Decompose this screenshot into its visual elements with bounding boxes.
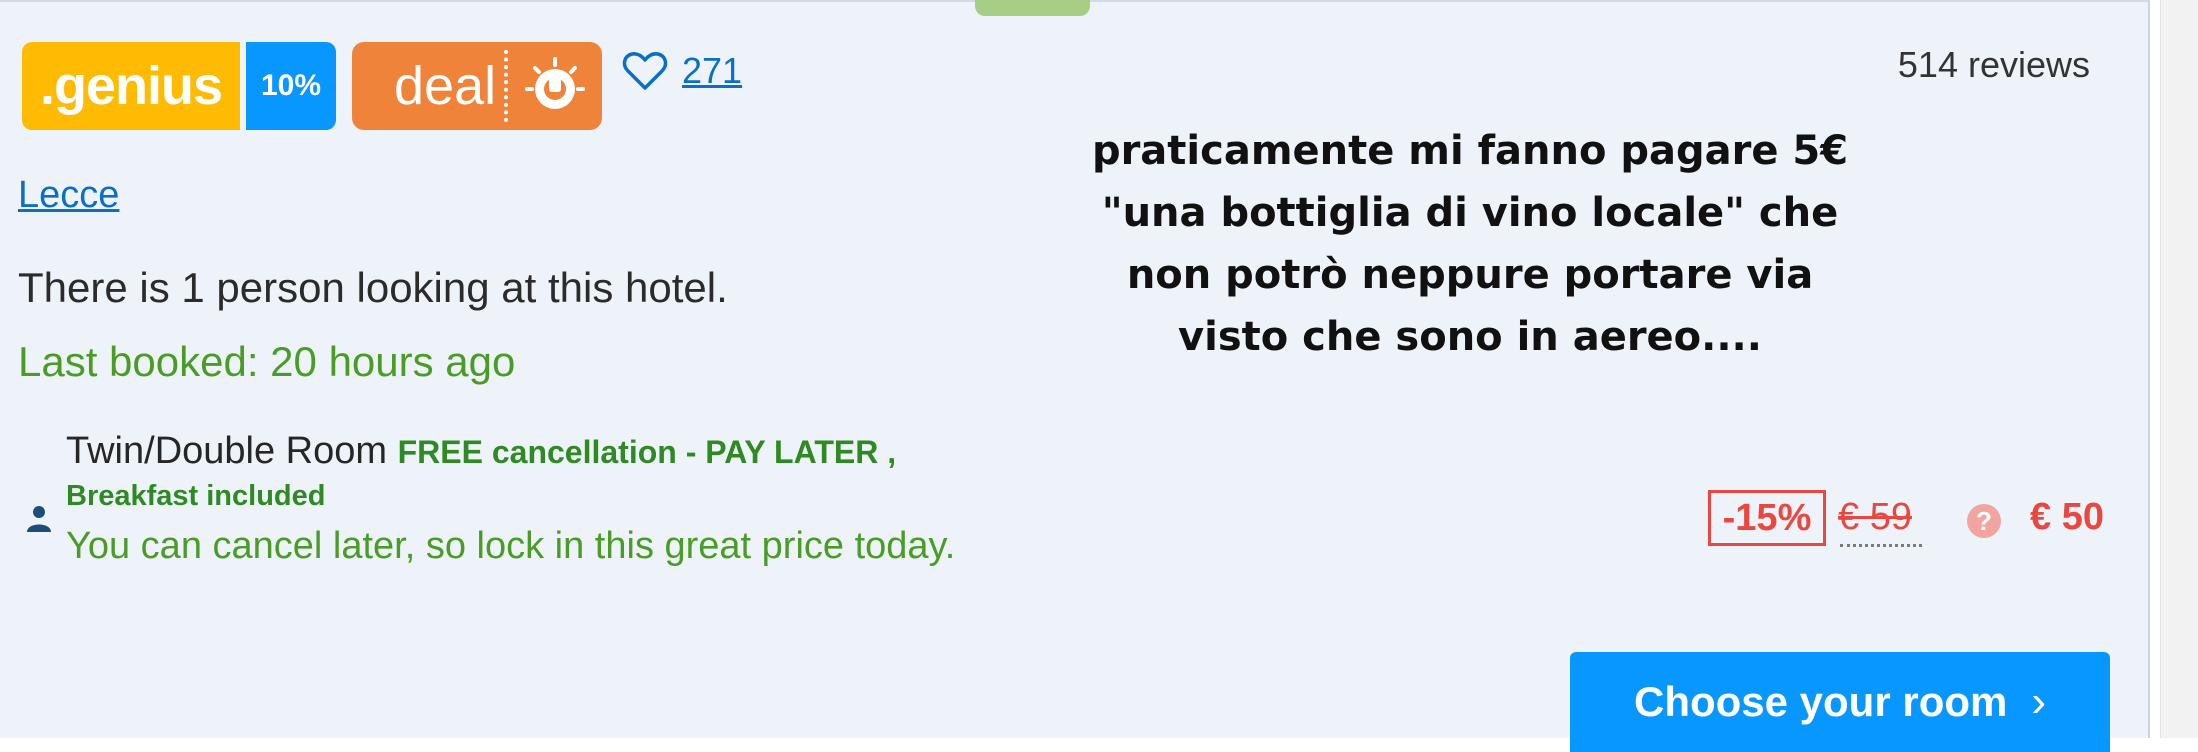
room-conditions: FREE cancellation - PAY LATER ,	[397, 434, 897, 470]
screenshot-frame: .genius 10% deal 271 514 reviews Lecce T…	[0, 0, 2198, 752]
caption-line: non potrò neppure portare via	[1126, 252, 1814, 298]
original-price: € 59	[1838, 496, 1912, 538]
deal-badge: deal	[352, 42, 602, 130]
caption-line: visto che sono in aereo....	[1178, 314, 1762, 360]
help-icon[interactable]: ?	[1967, 504, 2001, 538]
discount-badge: -15%	[1708, 490, 1826, 546]
chevron-right-icon: ›	[2031, 677, 2047, 726]
person-icon	[27, 506, 51, 532]
review-count: 514 reviews	[1897, 44, 2090, 85]
heart-icon[interactable]	[622, 50, 668, 92]
deal-separator	[504, 50, 508, 122]
genius-badge: .genius	[22, 42, 240, 130]
choose-room-button[interactable]: Choose your room ›	[1570, 652, 2110, 752]
hotel-listing-card: .genius 10% deal 271 514 reviews Lecce T…	[0, 0, 2150, 752]
overlay-caption: praticamente mi fanno pagare 5€ "una bot…	[1050, 120, 1890, 368]
caption-line: praticamente mi fanno pagare 5€	[1091, 128, 1849, 174]
room-type: Twin/Double Room FREE cancellation - PAY…	[66, 430, 896, 473]
viewers-notice: There is 1 person looking at this hotel.	[18, 264, 728, 311]
location-link[interactable]: Lecce	[18, 174, 119, 217]
breakfast-included: Breakfast included	[66, 480, 326, 512]
caption-line: "una bottiglia di vino locale" che	[1101, 190, 1839, 236]
original-price-underline	[1840, 544, 1922, 547]
last-booked-notice: Last booked: 20 hours ago	[18, 338, 516, 385]
deal-label: deal	[394, 56, 497, 116]
top-tab-indicator	[975, 0, 1090, 16]
room-name: Twin/Double Room	[66, 430, 388, 472]
wishlist-count-link[interactable]: 271	[682, 50, 742, 92]
choose-room-label: Choose your room	[1633, 678, 2008, 725]
cancellation-note: You can cancel later, so lock in this gr…	[66, 525, 956, 567]
genius-discount-badge: 10%	[246, 42, 336, 130]
scrollbar-track[interactable]	[2160, 0, 2198, 738]
current-price: € 50	[2030, 496, 2104, 538]
deal-bulb-icon	[525, 57, 585, 109]
